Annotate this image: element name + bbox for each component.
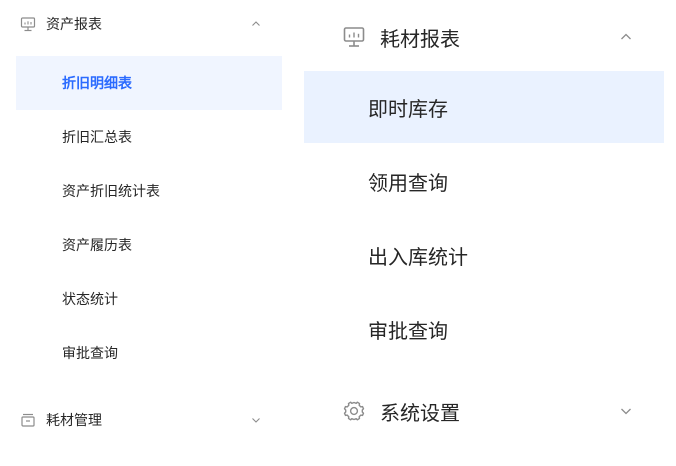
group-consumables-reports-label: 耗材报表: [380, 26, 460, 51]
group-asset-reports[interactable]: 资产报表: [16, 0, 282, 48]
right-sidebar-menu: 耗材报表 即时库存 领用查询 出入库统计 审批查询 系统设置: [304, 0, 664, 466]
menu-screenshot: 资产报表 折旧明细表 折旧汇总表 资产折旧统计表 资产履历表 状态统计 审批查询: [0, 0, 676, 466]
report-icon: [342, 25, 366, 49]
sidebar-item-label: 状态统计: [62, 292, 118, 308]
sidebar-item-inbound-outbound-stats[interactable]: 出入库统计: [304, 219, 664, 291]
box-icon: [20, 412, 36, 428]
sidebar-item-real-time-inventory[interactable]: 即时库存: [304, 71, 664, 143]
group-consumables-management[interactable]: 耗材管理: [16, 396, 282, 444]
report-icon: [20, 16, 36, 32]
sidebar-item-label: 资产折旧统计表: [62, 184, 160, 200]
group-consumables-reports[interactable]: 耗材报表: [304, 2, 664, 72]
group-asset-reports-label: 资产报表: [46, 17, 102, 33]
sidebar-item-approval-query[interactable]: 审批查询: [16, 326, 282, 380]
sidebar-item-approval-query[interactable]: 审批查询: [304, 293, 664, 365]
left-sidebar-menu: 资产报表 折旧明细表 折旧汇总表 资产折旧统计表 资产履历表 状态统计 审批查询: [16, 0, 282, 466]
sidebar-item-label: 审批查询: [62, 346, 118, 362]
group-consumables-management-label: 耗材管理: [46, 413, 102, 429]
sidebar-item-label: 即时库存: [368, 96, 448, 121]
chevron-up-icon: [618, 29, 634, 45]
sidebar-item-label: 资产履历表: [62, 238, 132, 254]
sidebar-item-depreciation-detail[interactable]: 折旧明细表: [16, 56, 282, 110]
sidebar-item-label: 折旧汇总表: [62, 130, 132, 146]
gear-icon: [342, 399, 366, 423]
sidebar-item-status-stats[interactable]: 状态统计: [16, 272, 282, 326]
chevron-down-icon: [250, 414, 262, 426]
group-system-settings[interactable]: 系统设置: [304, 376, 664, 446]
sidebar-item-label: 审批查询: [368, 318, 448, 343]
sidebar-item-requisition-query[interactable]: 领用查询: [304, 145, 664, 217]
sidebar-item-depreciation-summary[interactable]: 折旧汇总表: [16, 110, 282, 164]
sidebar-item-asset-depreciation-stats[interactable]: 资产折旧统计表: [16, 164, 282, 218]
sidebar-item-label: 折旧明细表: [62, 76, 132, 92]
sidebar-item-label: 出入库统计: [368, 244, 468, 269]
sidebar-item-asset-history[interactable]: 资产履历表: [16, 218, 282, 272]
sidebar-item-label: 领用查询: [368, 170, 448, 195]
group-system-settings-label: 系统设置: [380, 400, 460, 425]
chevron-up-icon: [250, 18, 262, 30]
chevron-down-icon: [618, 403, 634, 419]
